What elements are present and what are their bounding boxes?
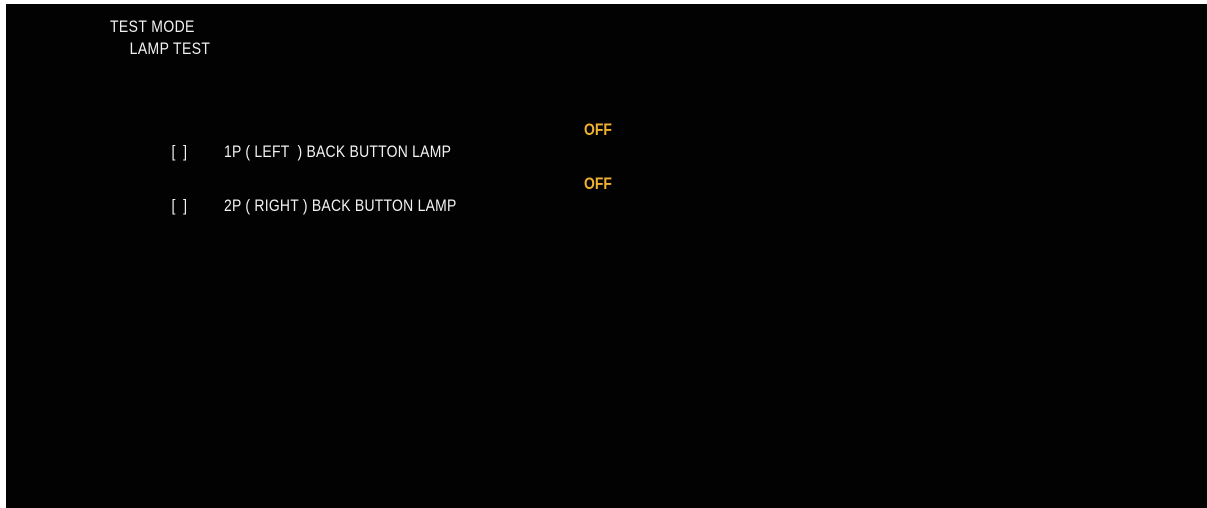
selection-cursor: [ ]	[171, 196, 188, 215]
lamp-test-subtitle: LAMP TEST	[129, 39, 211, 58]
lamp-state-value[interactable]: OFF	[584, 173, 612, 195]
test-mode-screen: TEST MODE LAMP TEST [ ] 1P ( LEFT ) BACK …	[6, 4, 1207, 508]
lamp-item-1p-left[interactable]: [ ] 1P ( LEFT ) BACK BUTTON LAMP OFF	[156, 119, 612, 161]
lamp-label: 1P ( LEFT ) BACK BUTTON LAMP	[223, 142, 452, 161]
lamp-label: 2P ( RIGHT ) BACK BUTTON LAMP	[223, 196, 457, 215]
lamp-item-2p-right[interactable]: [ ] 2P ( RIGHT ) BACK BUTTON LAMP OFF	[156, 173, 612, 215]
lamp-state-value[interactable]: OFF	[584, 119, 612, 141]
test-mode-title: TEST MODE	[110, 17, 195, 36]
selection-cursor: [ ]	[171, 142, 188, 161]
title-block: TEST MODE LAMP TEST	[110, 16, 210, 60]
